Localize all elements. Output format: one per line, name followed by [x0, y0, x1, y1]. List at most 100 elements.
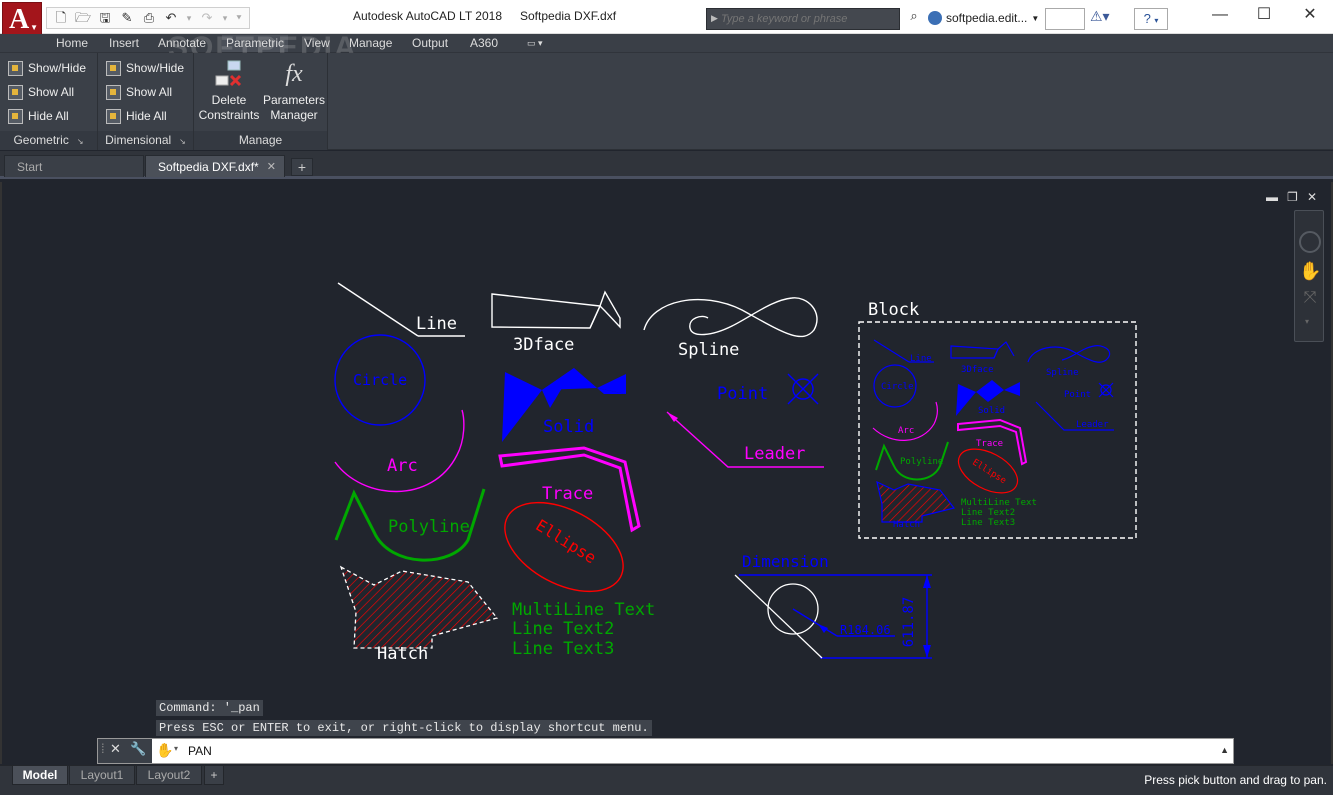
autodesk-exchange-icon[interactable]: ⚠▾ — [1090, 8, 1110, 25]
steering-wheel-icon[interactable] — [1299, 231, 1321, 253]
tab-start[interactable]: Start — [4, 155, 144, 177]
dimensional-hide-all-button[interactable]: Hide All — [106, 106, 167, 126]
block-ellipse-label: Ellipse — [970, 458, 1007, 487]
line-label: Line — [416, 314, 457, 334]
help-button[interactable]: ? ▾ — [1134, 8, 1168, 30]
block-arc-label: Arc — [898, 426, 914, 436]
command-history-line-2: Press ESC or ENTER to exit, or right-cli… — [156, 720, 652, 736]
block-spline-label: Spline — [1046, 368, 1079, 378]
user-icon — [928, 11, 942, 25]
hide-all-dim-icon — [106, 108, 121, 124]
open-icon[interactable]: 🗁 — [73, 9, 93, 27]
block-leader-label: Leader — [1076, 420, 1109, 430]
panel-title-text: Manage — [238, 133, 283, 147]
undo-dropdown-icon[interactable]: ▾ — [183, 9, 195, 27]
plot-icon[interactable]: ⎙ — [139, 9, 159, 27]
close-tab-icon[interactable]: ✕ — [267, 156, 276, 178]
button-label: Show All — [126, 85, 173, 99]
tab-model[interactable]: Model — [12, 766, 68, 785]
maximize-button[interactable]: ☐ — [1241, 0, 1287, 32]
chevron-down-icon[interactable]: ▾ — [174, 744, 178, 753]
tab-layout1[interactable]: Layout1 — [69, 766, 135, 785]
search-input[interactable] — [721, 10, 897, 28]
dim-radius-arrow — [818, 624, 828, 633]
delete-constraints-icon — [215, 60, 242, 87]
delete-constraints-button[interactable]: Delete Constraints — [198, 59, 260, 123]
geometric-show-all-button[interactable]: Show All — [8, 82, 74, 102]
pan-hand-icon[interactable]: ✋ — [156, 742, 173, 759]
geometric-hide-all-button[interactable]: Hide All — [8, 106, 69, 126]
dialog-launcher-icon[interactable]: ↘ — [179, 137, 186, 146]
command-line-grip[interactable]: ⁞ ✕ 🔧 — [98, 739, 152, 763]
customize-qat-icon[interactable]: ⯆ — [233, 9, 245, 27]
fx-icon: fx — [285, 61, 303, 87]
parameters-manager-button[interactable]: fx Parameters Manager — [262, 59, 326, 123]
close-button[interactable]: ✕ — [1287, 0, 1333, 32]
block-contents: Line 3Dface Spline Circle Solid Point Le… — [872, 339, 1114, 530]
dimensional-panel-title[interactable]: Dimensional ↘ — [98, 131, 193, 150]
new-icon[interactable]: 🗋 — [51, 9, 71, 27]
block-spline — [1027, 345, 1111, 363]
leader-label: Leader — [744, 444, 805, 464]
spline-label: Spline — [678, 340, 739, 360]
navigation-bar: ✋ ⤧ ▾ — [1294, 210, 1324, 342]
viewport-restore-icon[interactable]: ❐ — [1287, 190, 1298, 204]
wrench-icon[interactable]: 🔧 — [130, 741, 146, 757]
command-input[interactable]: PAN — [188, 744, 212, 758]
new-tab-button[interactable]: + — [291, 158, 313, 176]
tab-output[interactable]: Output — [412, 35, 448, 52]
dimensional-show-all-button[interactable]: Show All — [106, 82, 172, 102]
tab-softpedia-dxf[interactable]: Softpedia DXF.dxf* ✕ — [145, 155, 285, 177]
block-hatch — [876, 480, 956, 523]
arc-label: Arc — [387, 456, 418, 476]
chevron-down-icon[interactable]: ▾ — [1305, 317, 1309, 326]
zoom-extents-icon[interactable]: ⤧ — [1299, 289, 1321, 311]
line-entity — [337, 282, 419, 337]
point-label: Point — [717, 384, 768, 404]
geometric-show-hide-button[interactable]: Show/Hide — [8, 58, 86, 78]
binoculars-icon[interactable]: ⌕ — [904, 8, 924, 28]
tab-home[interactable]: Home — [56, 35, 88, 52]
file-tabs-bar: Start Softpedia DXF.dxf* ✕ + — [0, 151, 1333, 179]
add-layout-button[interactable]: + — [204, 766, 224, 785]
dialog-launcher-icon[interactable]: ↘ — [77, 137, 84, 146]
user-name: softpedia.edit... — [946, 11, 1028, 25]
close-icon[interactable]: ✕ — [110, 741, 121, 757]
save-icon[interactable]: 🖫 — [95, 9, 115, 27]
tab-a360[interactable]: A360 — [470, 35, 498, 52]
button-label: Hide All — [126, 109, 167, 123]
command-line: ⁞ ✕ 🔧 ✋ ▾ PAN ▲ — [97, 738, 1234, 764]
save-as-icon[interactable]: ✎ — [117, 9, 137, 27]
panel-title-text: Dimensional — [105, 133, 172, 147]
grip-handle-icon[interactable]: ⁞ — [101, 741, 105, 756]
ribbon-options-icon[interactable]: ▭ ▾ — [527, 35, 543, 52]
block-solid-label: Solid — [978, 406, 1005, 416]
redo-icon[interactable]: ↷ — [197, 9, 217, 27]
window-title: Autodesk AutoCAD LT 2018 Softpedia DXF.dx… — [353, 9, 616, 23]
chevron-up-icon[interactable]: ▲ — [1220, 745, 1229, 755]
manage-panel: Delete Constraints fx Parameters Manager… — [194, 53, 328, 150]
block-solid-2 — [976, 380, 1004, 402]
polyline-label: Polyline — [388, 517, 470, 537]
button-label-1: Parameters — [262, 93, 326, 107]
minimize-button[interactable]: — — [1197, 0, 1243, 32]
block-line-label: Line — [910, 354, 932, 364]
undo-icon[interactable]: ↶ — [161, 9, 181, 27]
search-expand-icon[interactable]: ▶ — [711, 13, 718, 24]
viewport-close-icon[interactable]: ✕ — [1307, 190, 1317, 204]
geometric-panel-title[interactable]: Geometric ↘ — [0, 131, 97, 150]
tab-layout2[interactable]: Layout2 — [136, 766, 202, 785]
block-point-label: Point — [1064, 390, 1091, 400]
status-bar: Model Layout1 Layout2 + Press pick butto… — [0, 765, 1333, 795]
autocad-logo-icon: A — [9, 4, 30, 35]
dimensional-show-hide-button[interactable]: Show/Hide — [106, 58, 184, 78]
viewport-minimize-icon[interactable]: ▬ — [1266, 190, 1278, 204]
pan-hand-icon[interactable]: ✋ — [1299, 261, 1321, 283]
tab-insert[interactable]: Insert — [109, 35, 139, 52]
drawing-area[interactable]: Line 3Dface Spline Circle Solid Point Le… — [0, 182, 1333, 764]
show-all-constraints-icon — [8, 84, 23, 100]
sign-in-menu[interactable]: softpedia.edit... ▼ — [928, 8, 1039, 28]
redo-dropdown-icon[interactable]: ▾ — [219, 9, 231, 27]
cad-canvas[interactable]: Line 3Dface Spline Circle Solid Point Le… — [2, 182, 1331, 764]
dimension-diagonal — [734, 574, 823, 659]
